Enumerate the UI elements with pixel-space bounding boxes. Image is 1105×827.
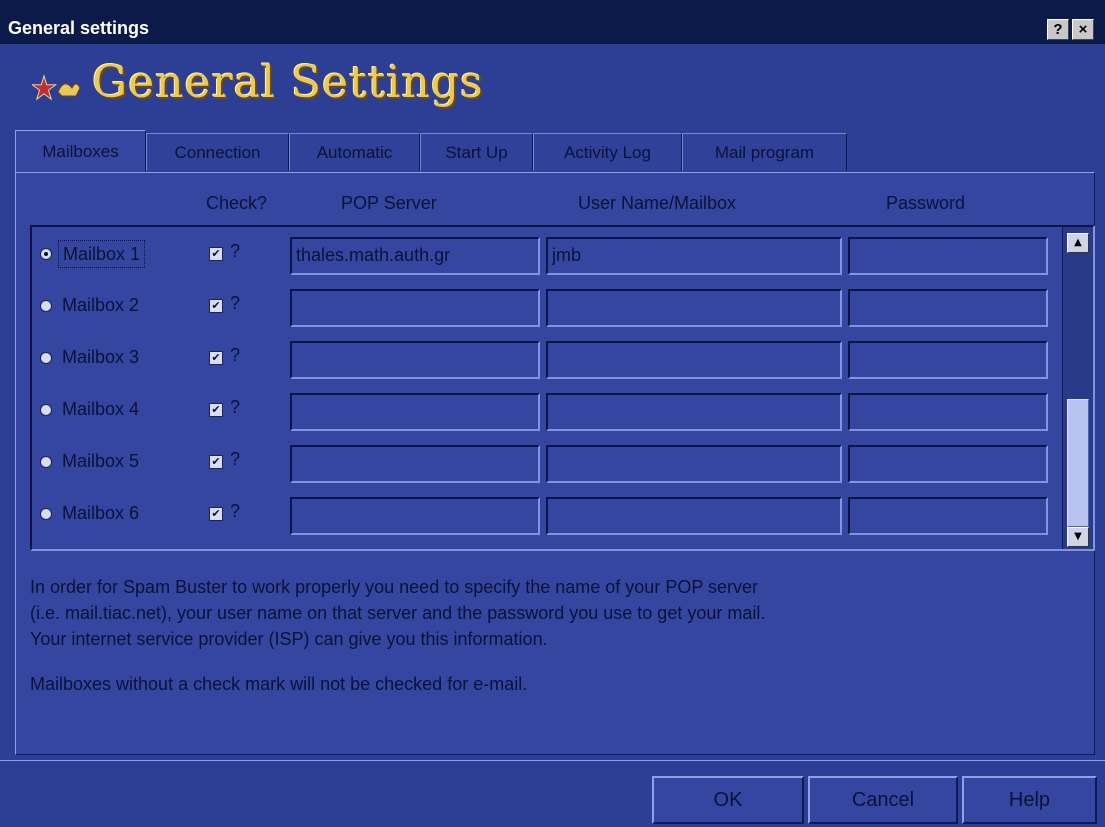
- check-hint: ?: [230, 449, 241, 469]
- mailbox-label[interactable]: Mailbox 5: [58, 448, 143, 474]
- mailbox-radio[interactable]: [40, 300, 52, 312]
- column-header-pop-server: POP Server: [341, 193, 437, 213]
- mailbox-label[interactable]: Mailbox 6: [58, 500, 143, 526]
- password-input[interactable]: [848, 237, 1048, 275]
- user-name-input[interactable]: [546, 289, 842, 327]
- tab-mail-program[interactable]: Mail program: [682, 133, 847, 171]
- tab-activity-log[interactable]: Activity Log: [533, 133, 682, 171]
- check-hint: ?: [230, 345, 241, 365]
- user-name-input[interactable]: [546, 393, 842, 431]
- check-checkbox[interactable]: ✔: [209, 351, 223, 365]
- column-header-check: Check?: [206, 193, 268, 213]
- list-item: Mailbox 5 ✔ ?: [32, 441, 1062, 489]
- mailbox-radio[interactable]: [40, 456, 52, 468]
- mailbox-label[interactable]: Mailbox 4: [58, 396, 143, 422]
- list-item: Mailbox 4 ✔ ?: [32, 389, 1062, 437]
- list-item: Mailbox 1 ✔ ? thales.math.auth.gr jmb: [32, 233, 1062, 281]
- pop-server-input[interactable]: thales.math.auth.gr: [290, 237, 540, 275]
- user-name-input[interactable]: [546, 341, 842, 379]
- check-checkbox[interactable]: ✔: [209, 247, 223, 261]
- scroll-up-icon[interactable]: ▲: [1067, 233, 1089, 253]
- check-checkbox[interactable]: ✔: [209, 507, 223, 521]
- app-logo-icon: [32, 74, 81, 101]
- ok-button[interactable]: OK: [652, 776, 804, 824]
- password-input[interactable]: [848, 497, 1048, 535]
- help-button[interactable]: Help: [962, 776, 1097, 824]
- pop-server-input[interactable]: [290, 497, 540, 535]
- tab-start-up[interactable]: Start Up: [420, 133, 533, 171]
- pop-server-input[interactable]: [290, 289, 540, 327]
- column-header-password: Password: [886, 193, 966, 213]
- check-hint: ?: [230, 241, 241, 261]
- mailbox-radio[interactable]: [40, 352, 52, 364]
- list-item: Mailbox 6 ✔ ?: [32, 493, 1062, 541]
- list-item: Mailbox 2 ✔ ?: [32, 285, 1062, 333]
- help-text-line: (i.e. mail.tiac.net), your user name on …: [30, 603, 766, 623]
- password-input[interactable]: [848, 341, 1048, 379]
- vertical-scrollbar[interactable]: ▲ ▼: [1062, 227, 1093, 549]
- column-header-user-name: User Name/Mailbox: [578, 193, 737, 213]
- cancel-button[interactable]: Cancel: [808, 776, 958, 824]
- pop-server-input[interactable]: [290, 393, 540, 431]
- mailbox-list: Mailbox 1 ✔ ? thales.math.auth.gr jmb Ma…: [30, 225, 1095, 551]
- banner: General Settings: [0, 44, 1105, 128]
- help-text-note: Mailboxes without a check mark will not …: [30, 674, 528, 694]
- help-text-line: In order for Spam Buster to work properl…: [30, 577, 759, 597]
- check-hint: ?: [230, 293, 241, 313]
- user-name-input[interactable]: [546, 445, 842, 483]
- mailbox-radio[interactable]: [40, 404, 52, 416]
- password-input[interactable]: [848, 393, 1048, 431]
- banner-title: General Settings: [92, 57, 484, 108]
- user-name-input[interactable]: jmb: [546, 237, 842, 275]
- window-title: General settings: [8, 18, 150, 38]
- check-checkbox[interactable]: ✔: [209, 455, 223, 469]
- pop-server-input[interactable]: [290, 341, 540, 379]
- password-input[interactable]: [848, 289, 1048, 327]
- list-item: Mailbox 3 ✔ ?: [32, 337, 1062, 385]
- tab-automatic[interactable]: Automatic: [289, 133, 420, 171]
- pop-server-input[interactable]: [290, 445, 540, 483]
- tab-connection[interactable]: Connection: [146, 133, 289, 171]
- check-hint: ?: [230, 397, 241, 417]
- mailbox-radio[interactable]: [40, 248, 52, 260]
- mailbox-radio[interactable]: [40, 508, 52, 520]
- mailbox-label[interactable]: Mailbox 2: [58, 292, 143, 318]
- check-checkbox[interactable]: ✔: [209, 403, 223, 417]
- mailbox-label[interactable]: Mailbox 3: [58, 344, 143, 370]
- check-checkbox[interactable]: ✔: [209, 299, 223, 313]
- mailbox-label[interactable]: Mailbox 1: [58, 240, 146, 268]
- scroll-down-icon[interactable]: ▼: [1067, 527, 1089, 547]
- title-bar: General settings ? ×: [0, 0, 1105, 45]
- close-icon[interactable]: ×: [1072, 19, 1094, 40]
- password-input[interactable]: [848, 445, 1048, 483]
- help-text-line: Your internet service provider (ISP) can…: [30, 629, 548, 649]
- scrollbar-thumb[interactable]: [1067, 399, 1089, 527]
- tab-strip: Mailboxes Connection Automatic Start Up …: [15, 130, 1095, 173]
- user-name-input[interactable]: [546, 497, 842, 535]
- help-icon[interactable]: ?: [1047, 19, 1069, 40]
- tab-mailboxes[interactable]: Mailboxes: [15, 130, 146, 172]
- check-hint: ?: [230, 501, 241, 521]
